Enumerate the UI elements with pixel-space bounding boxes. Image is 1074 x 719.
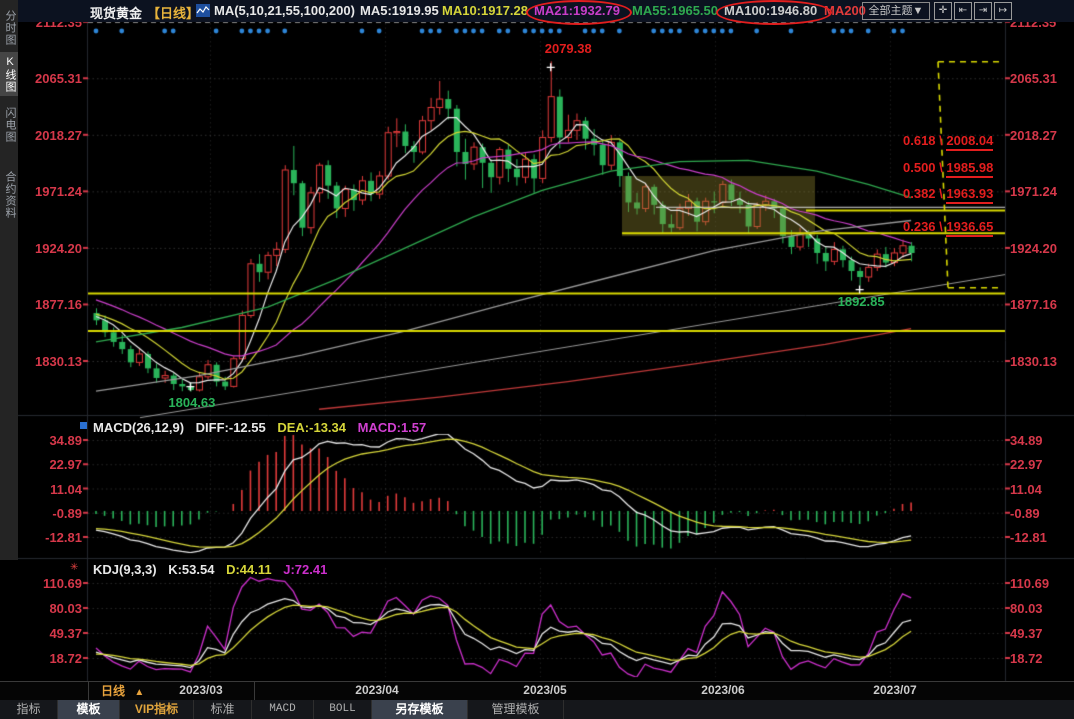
bottom-tab-3[interactable]: VIP指标 [120, 700, 194, 719]
ma21-highlight-ellipse [526, 0, 632, 25]
trading-app-window: 现货黄金 【日线】 MA(5,10,21,55,100,200) MA5:191… [0, 0, 1074, 719]
chart-type-icon[interactable] [196, 4, 210, 17]
bottom-tab-1[interactable]: 指标 [0, 700, 58, 719]
date-axis-label: 2023/04 [355, 683, 398, 697]
period-label: 日线 [101, 684, 125, 698]
bottom-tab-5[interactable]: MACD [252, 700, 314, 719]
sidebar-tab-2[interactable]: K线图 [0, 52, 18, 96]
ma-config-label: MA(5,10,21,55,100,200) [214, 3, 355, 18]
macd-diff-value: DIFF:-12.55 [196, 420, 266, 435]
kdj-j-value: J:72.41 [283, 562, 327, 577]
kdj-panel-header: KDJ(9,3,3) K:53.54 D:44.11 J:72.41 [93, 562, 335, 577]
chart-mode-sidebar: 分时图K线图闪电图合约资料 [0, 0, 18, 560]
sidebar-tab-1[interactable]: 分时图 [0, 5, 18, 51]
kdj-k-value: K:53.54 [168, 562, 214, 577]
sidebar-tab-4[interactable]: 合约资料 [0, 156, 18, 234]
chart-header-bar: 现货黄金 【日线】 MA(5,10,21,55,100,200) MA5:191… [18, 0, 1074, 22]
kdj-title: KDJ(9,3,3) [93, 562, 157, 577]
macd-value: MACD:1.57 [358, 420, 427, 435]
date-axis-label: 2023/03 [179, 683, 222, 697]
theme-dropdown[interactable]: 全部主题▼ [862, 2, 930, 20]
macd-title: MACD(26,12,9) [93, 420, 184, 435]
ma5-value: MA5:1919.95 [360, 3, 439, 18]
date-axis-label: 2023/05 [523, 683, 566, 697]
period-arrow-icon: ▲ [134, 687, 144, 698]
bottom-tab-2[interactable]: 模板 [58, 700, 120, 719]
date-axis-row: 日线 ▲ 2023/03 2023/04 2023/05 2023/06 2023/07 [0, 681, 1074, 702]
instrument-title: 现货黄金 [90, 3, 142, 22]
kdj-d-value: D:44.11 [226, 562, 272, 577]
macd-dea-value: DEA:-13.34 [277, 420, 346, 435]
bottom-tab-7[interactable]: 另存模板 [372, 700, 468, 719]
pan-right-icon[interactable]: ↦ [994, 2, 1012, 20]
kline-chart-canvas[interactable] [0, 0, 1074, 682]
crosshair-pan-icon[interactable]: ✛ [934, 2, 952, 20]
kdj-panel-icon[interactable]: ✳ [70, 562, 78, 573]
bottom-tab-4[interactable]: 标准 [194, 700, 252, 719]
period-selector[interactable]: 日线 ▲ [88, 682, 255, 700]
ma100-highlight-ellipse [716, 0, 832, 25]
macd-panel-header: MACD(26,12,9) DIFF:-12.55 DEA:-13.34 MAC… [93, 420, 434, 435]
ma55-value: MA55:1965.50 [632, 3, 718, 18]
date-axis-label: 2023/07 [873, 683, 916, 697]
bottom-tab-8[interactable]: 管理模板 [468, 700, 564, 719]
macd-panel-icon[interactable] [80, 422, 87, 429]
period-tag: 【日线】 [147, 3, 199, 22]
bottom-tab-6[interactable]: BOLL [314, 700, 372, 719]
date-axis-label: 2023/06 [701, 683, 744, 697]
indicator-tab-bar: 指标模板VIP指标标准MACDBOLL另存模板管理模板 [0, 700, 1074, 719]
compress-right-icon[interactable]: ⇥ [974, 2, 992, 20]
ma10-value: MA10:1917.28 [442, 3, 528, 18]
sidebar-tab-3[interactable]: 闪电图 [0, 99, 18, 151]
compress-left-icon[interactable]: ⇤ [954, 2, 972, 20]
